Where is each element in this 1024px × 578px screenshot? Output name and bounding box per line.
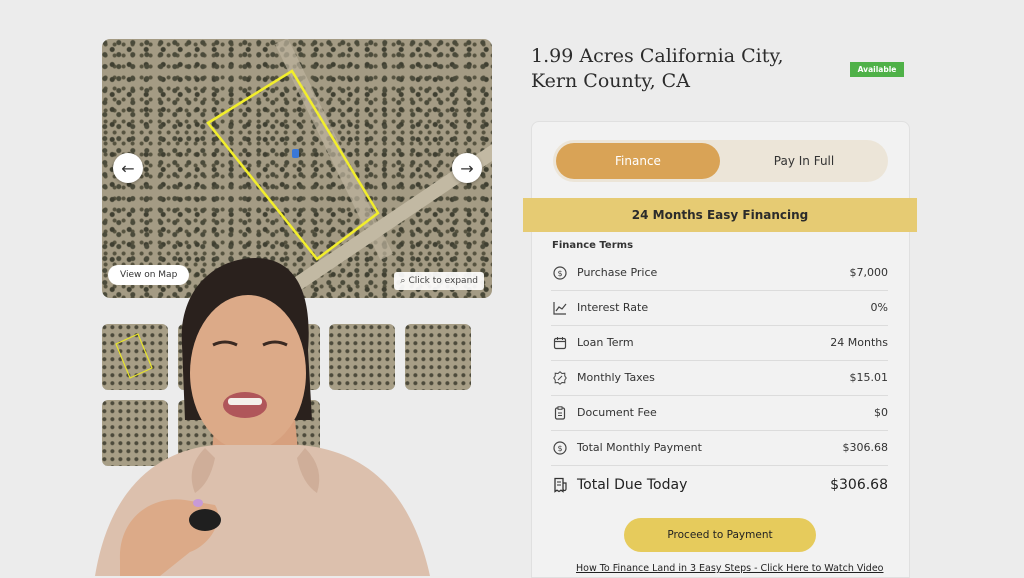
presenter-video-overlay	[95, 258, 430, 576]
